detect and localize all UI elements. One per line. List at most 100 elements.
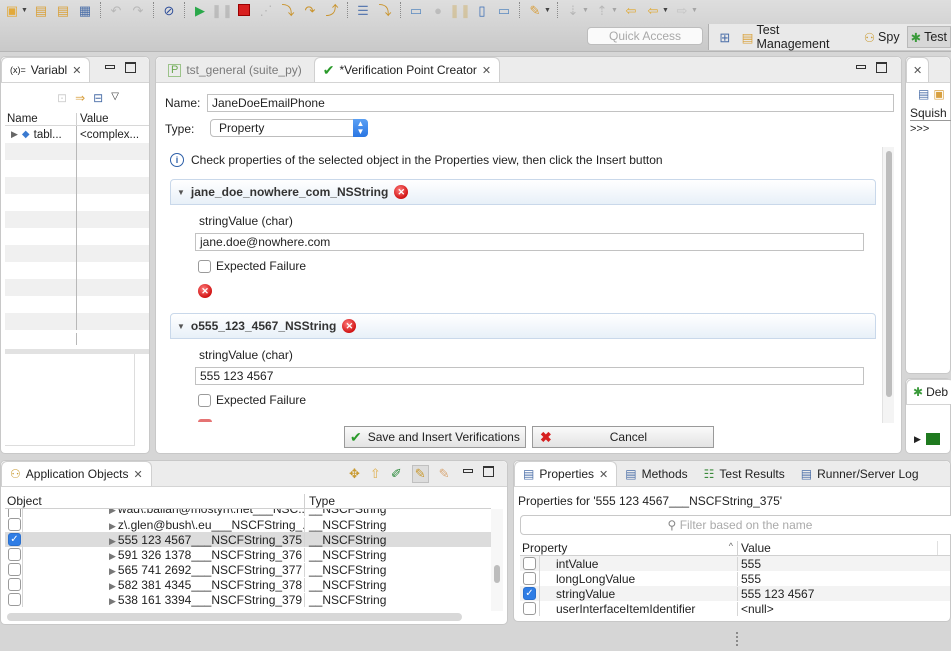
type-select[interactable]: Property ▲ ▼ (210, 119, 368, 137)
tab-methods[interactable]: ▤ Methods (617, 462, 695, 486)
run-icon[interactable]: ▶ (190, 1, 210, 19)
open-perspective-icon[interactable]: ⊞ (715, 28, 735, 46)
column-header-value[interactable]: Value (77, 113, 109, 125)
string-value-input[interactable]: 555 123 4567 (195, 367, 864, 385)
save-and-insert-button[interactable]: ✔ Save and Insert Verifications (344, 426, 526, 448)
table-row[interactable]: ▶ 591 326 1378___NSCFString_376 __NSCFStri… (5, 547, 491, 562)
record-icon[interactable]: ● (428, 1, 448, 19)
row-checkbox[interactable] (8, 578, 21, 591)
clear-console-icon[interactable]: ▤ (918, 87, 929, 101)
column-header-name[interactable]: Name (5, 113, 77, 125)
expand-arrow-icon[interactable]: ▶ (109, 521, 116, 531)
property-checkbox[interactable]: ✓ (523, 587, 536, 600)
expected-failure-checkbox[interactable] (198, 394, 211, 407)
new-suite-icon[interactable]: ▤ (31, 1, 51, 19)
table-row[interactable]: ▶ 582 381 4345___NSCFString_378 __NSCFStri… (5, 577, 491, 592)
close-icon[interactable]: ✕ (72, 64, 81, 77)
step-into-icon[interactable]: ⤵ (278, 1, 298, 19)
remove-property-icon[interactable] (198, 419, 212, 422)
table-row[interactable]: ▶ z\.glen@bush\.eu___NSCFString_... __NSCF… (5, 517, 491, 532)
close-icon[interactable]: ✕ (599, 468, 608, 481)
collapse-triangle-icon[interactable]: ▼ (177, 188, 185, 197)
quick-access-input[interactable]: Quick Access (587, 27, 703, 45)
highlight-pen-icon[interactable]: ✎ (525, 1, 545, 19)
minimize-icon[interactable] (463, 469, 473, 473)
tab-debug[interactable]: ✱ Deb (906, 379, 951, 404)
expand-arrow-icon[interactable]: ▶ (11, 129, 18, 140)
expected-failure-checkbox[interactable] (198, 260, 211, 273)
table-row[interactable]: ✓ ▶ 555 123 4567___NSCFString_375 __NSCFStr… (5, 532, 491, 547)
view-menu-icon[interactable]: ▽ (111, 91, 119, 105)
section-header-jane-doe[interactable]: ▼ jane_doe_nowhere_com_NSString ✕ (170, 179, 876, 205)
column-header-property[interactable]: Property ^ (520, 541, 738, 555)
dropdown-arrow-icon[interactable]: ▼ (691, 7, 699, 14)
tab-tst-general[interactable]: P tst_general (suite_py) (160, 58, 310, 82)
add-watch-icon[interactable]: ⊡ (57, 91, 67, 105)
scrollbar-thumb[interactable] (886, 151, 892, 397)
row-checkbox[interactable] (8, 563, 21, 576)
up-arrow-icon[interactable]: ⇧ (370, 466, 381, 482)
expand-arrow-icon[interactable]: ▶ (109, 536, 116, 546)
redo-icon[interactable]: ↷ (128, 1, 148, 19)
column-header-value[interactable]: Value (738, 541, 938, 555)
section-header-phone[interactable]: ▼ o555_123_4567_NSString ✕ (170, 313, 876, 339)
tab-verification-point-creator[interactable]: ✔ *Verification Point Creator ✕ (313, 57, 501, 82)
pause-icon[interactable]: ❚❚ (211, 1, 233, 19)
save-icon[interactable]: ▦ (75, 1, 95, 19)
property-checkbox[interactable] (523, 557, 536, 570)
column-header-type[interactable]: Type (305, 494, 335, 508)
row-checkbox[interactable] (8, 518, 21, 531)
maximize-icon[interactable] (876, 62, 887, 73)
debug-tree-row[interactable]: ▶ (914, 433, 940, 445)
object-map-icon[interactable]: ☰ (353, 1, 373, 19)
next-annotation-icon[interactable]: ⇣ (563, 1, 583, 19)
scrollbar-thumb[interactable] (494, 565, 500, 583)
property-row[interactable]: ✓ stringValue 555 123 4567 (520, 586, 950, 601)
tab-console[interactable]: ✕ (906, 57, 930, 82)
edit-properties-icon[interactable]: ✎ (411, 465, 429, 483)
skip-breakpoints-icon[interactable]: ⊘ (159, 1, 179, 19)
minimize-icon[interactable] (856, 65, 866, 69)
step-over-icon[interactable]: ↷ (300, 1, 320, 19)
tab-properties[interactable]: ▤ Properties ✕ (514, 461, 618, 486)
prev-annotation-icon[interactable]: ⇡ (592, 1, 612, 19)
row-checkbox[interactable]: ✓ (8, 533, 21, 546)
name-input[interactable]: JaneDoeEmailPhone (207, 94, 894, 112)
table-row[interactable]: ▶ ◆ tabl... <complex... (5, 126, 149, 143)
minimize-icon[interactable] (105, 65, 115, 69)
show-type-icon[interactable]: ⇒ (75, 91, 85, 105)
expand-arrow-icon[interactable]: ▶ (914, 434, 921, 445)
new-test-case-icon[interactable]: ▤ (53, 1, 73, 19)
remove-section-icon[interactable]: ✕ (394, 185, 409, 199)
table-row[interactable]: ▶ wad\.ballan@mostyn\.net___NSC... __NSCFS… (5, 509, 491, 517)
lock-icon[interactable]: ▣ (933, 87, 944, 101)
step-filter-icon[interactable]: ⤵ (375, 1, 395, 19)
expand-arrow-icon[interactable]: ▶ (109, 551, 116, 561)
tab-runner-server-log[interactable]: ▤ Runner/Server Log (793, 462, 927, 486)
dropdown-arrow-icon[interactable]: ▼ (582, 7, 590, 14)
variable-detail-text[interactable] (5, 354, 135, 446)
record-pause-icon[interactable]: ❚❚ (449, 1, 471, 19)
expand-arrow-icon[interactable]: ▶ (109, 566, 116, 576)
record-window-icon[interactable]: ▭ (406, 1, 426, 19)
expand-arrow-icon[interactable]: ▶ (109, 596, 116, 606)
maximize-icon[interactable] (483, 466, 494, 477)
maximize-icon[interactable] (125, 62, 136, 73)
undo-icon[interactable]: ↶ (106, 1, 126, 19)
editor-scrollbar[interactable] (882, 147, 894, 423)
property-row[interactable]: userInterfaceItemIdentifier <null> (520, 601, 950, 616)
row-checkbox[interactable] (8, 509, 21, 517)
step-return-icon[interactable]: ⤴ (322, 1, 342, 19)
perspective-test-management[interactable]: ▤ Test Management (739, 23, 857, 51)
expand-arrow-icon[interactable]: ▶ (109, 581, 116, 591)
property-filter-input[interactable]: ⚲ Filter based on the name (520, 515, 951, 535)
close-icon[interactable]: ✕ (913, 64, 922, 77)
pick-object-icon[interactable]: ✥ (349, 466, 360, 482)
table-row[interactable]: ▶ 565 741 2692___NSCFString_377 __NSCFStri… (5, 562, 491, 577)
remove-property-icon[interactable]: ✕ (198, 284, 212, 298)
string-value-input[interactable]: jane.doe@nowhere.com (195, 233, 864, 251)
remove-section-icon[interactable]: ✕ (342, 319, 357, 333)
insert-object-icon[interactable]: ▯ (472, 1, 492, 19)
perspective-test[interactable]: ✱ Test (906, 26, 951, 48)
dropdown-arrow-icon[interactable]: ▼ (662, 7, 670, 14)
